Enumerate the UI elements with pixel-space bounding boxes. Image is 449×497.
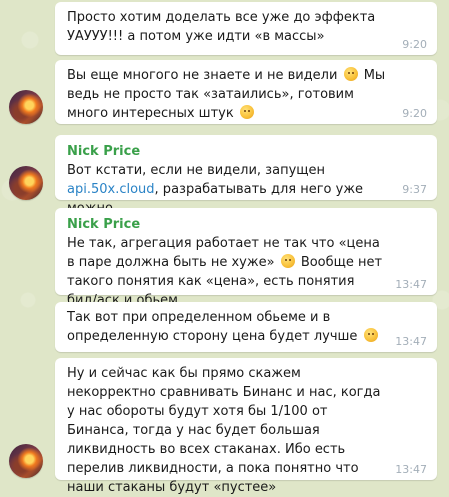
message-bubble[interactable]: Просто хотим доделать все уже до эффекта… bbox=[55, 2, 437, 55]
message-text: Ну и сейчас как бы прямо скажем некоррек… bbox=[67, 364, 387, 497]
smiling-face-emoji bbox=[280, 254, 295, 268]
message-bubble[interactable]: Nick Price Не так, агрегация работает не… bbox=[55, 208, 437, 308]
message-text-part: Так вот при определенном обьеме и в опре… bbox=[67, 310, 358, 344]
message-text: Не так, агрегация работает не так что «ц… bbox=[67, 234, 387, 310]
message-text: Вы еще многого не знаете и не видели Мы … bbox=[67, 66, 387, 123]
winking-face-emoji bbox=[343, 67, 358, 81]
message-bubble[interactable]: Вы еще многого не знаете и не видели Мы … bbox=[55, 60, 437, 124]
message-text-part: Ну и сейчас как бы прямо скажем некоррек… bbox=[67, 366, 381, 495]
message-text-part: Вы еще многого не знаете и не видели bbox=[67, 68, 338, 83]
user-avatar[interactable] bbox=[9, 444, 43, 478]
message-text-part: Просто хотим доделать все уже до эффекта… bbox=[67, 10, 376, 44]
message-time: 9:37 bbox=[402, 183, 427, 196]
message-time: 13:47 bbox=[395, 463, 427, 476]
sender-name[interactable]: Nick Price bbox=[67, 143, 427, 161]
message-text-part: Вот кстати, если не видели, запущен bbox=[67, 163, 326, 178]
message-link[interactable]: api.50x.cloud bbox=[67, 182, 155, 197]
message-time: 13:47 bbox=[395, 335, 427, 348]
message-text: Просто хотим доделать все уже до эффекта… bbox=[67, 8, 387, 46]
message-time: 9:20 bbox=[402, 107, 427, 120]
winking-face-emoji bbox=[239, 105, 254, 119]
user-avatar[interactable] bbox=[9, 166, 43, 200]
message-time: 9:20 bbox=[402, 38, 427, 51]
user-avatar[interactable] bbox=[9, 90, 43, 124]
sender-name[interactable]: Nick Price bbox=[67, 216, 427, 234]
message-bubble[interactable]: Ну и сейчас как бы прямо скажем некоррек… bbox=[55, 358, 437, 495]
message-text: Так вот при определенном обьеме и в опре… bbox=[67, 308, 387, 346]
chat-background: Просто хотим доделать все уже до эффекта… bbox=[0, 0, 449, 495]
smiling-face-emoji bbox=[363, 328, 378, 342]
message-bubble[interactable]: Так вот при определенном обьеме и в опре… bbox=[55, 302, 437, 352]
message-time: 13:47 bbox=[395, 278, 427, 291]
message-bubble[interactable]: Nick Price Вот кстати, если не видели, з… bbox=[55, 135, 437, 216]
